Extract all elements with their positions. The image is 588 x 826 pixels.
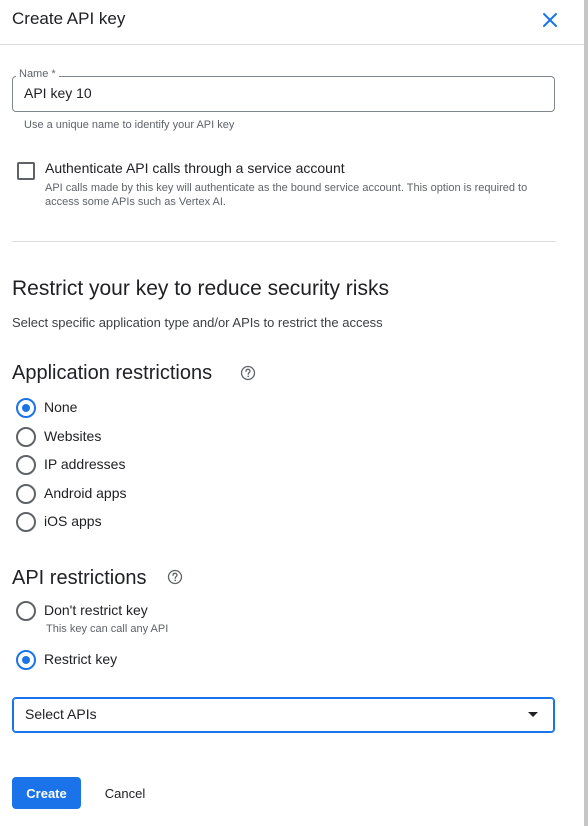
radio-button-selected[interactable] <box>16 650 36 670</box>
service-account-description: API calls made by this key will authenti… <box>45 182 528 208</box>
radio-label: Websites <box>44 428 102 444</box>
help-icon[interactable] <box>167 569 183 585</box>
name-input[interactable] <box>24 83 534 103</box>
restrict-section-title: Restrict your key to reduce security ris… <box>12 277 389 300</box>
dont-restrict-description: This key can call any API <box>46 623 169 635</box>
create-api-key-dialog: Create API key Name * Use a unique name … <box>0 0 584 826</box>
dropdown-arrow-icon <box>528 712 538 717</box>
radio-label: Restrict key <box>44 651 118 667</box>
radio-button[interactable] <box>16 427 36 447</box>
cancel-button[interactable]: Cancel <box>92 777 158 809</box>
application-restrictions-title: Application restrictions <box>12 362 213 384</box>
app-restriction-none[interactable]: None <box>16 398 136 420</box>
close-button[interactable] <box>536 6 564 34</box>
radio-label: iOS apps <box>44 513 102 529</box>
radio-button-selected[interactable] <box>16 398 36 418</box>
app-restriction-ios-apps[interactable]: iOS apps <box>16 512 136 534</box>
help-icon[interactable] <box>240 365 256 381</box>
select-apis-dropdown[interactable]: Select APIs <box>12 697 555 733</box>
app-restriction-websites[interactable]: Websites <box>16 427 136 449</box>
app-restriction-android-apps[interactable]: Android apps <box>16 484 156 506</box>
radio-label: Android apps <box>44 485 127 501</box>
radio-label: IP addresses <box>44 456 126 472</box>
name-field-hint: Use a unique name to identify your API k… <box>24 119 235 131</box>
service-account-checkbox[interactable] <box>17 162 35 180</box>
app-restriction-ip-addresses[interactable]: IP addresses <box>16 455 156 477</box>
dialog-title: Create API key <box>12 9 126 28</box>
name-field-label: Name * <box>16 68 59 80</box>
api-restrictions-title: API restrictions <box>12 567 147 589</box>
create-button[interactable]: Create <box>12 777 81 809</box>
name-field[interactable] <box>12 76 555 112</box>
service-account-label[interactable]: Authenticate API calls through a service… <box>45 160 345 176</box>
panel-edge <box>584 0 588 826</box>
radio-button[interactable] <box>16 455 36 475</box>
radio-button[interactable] <box>16 484 36 504</box>
select-apis-value: Select APIs <box>25 706 97 722</box>
restrict-section-subtitle: Select specific application type and/or … <box>12 315 383 330</box>
api-restriction-dont-restrict[interactable]: Don't restrict key <box>16 601 186 623</box>
section-divider <box>12 241 556 242</box>
api-restriction-restrict-key[interactable]: Restrict key <box>16 650 146 672</box>
radio-label: None <box>44 399 78 415</box>
close-icon <box>543 13 557 27</box>
radio-button[interactable] <box>16 601 36 621</box>
radio-button[interactable] <box>16 512 36 532</box>
radio-label: Don't restrict key <box>44 602 148 618</box>
dialog-header: Create API key <box>0 0 584 45</box>
